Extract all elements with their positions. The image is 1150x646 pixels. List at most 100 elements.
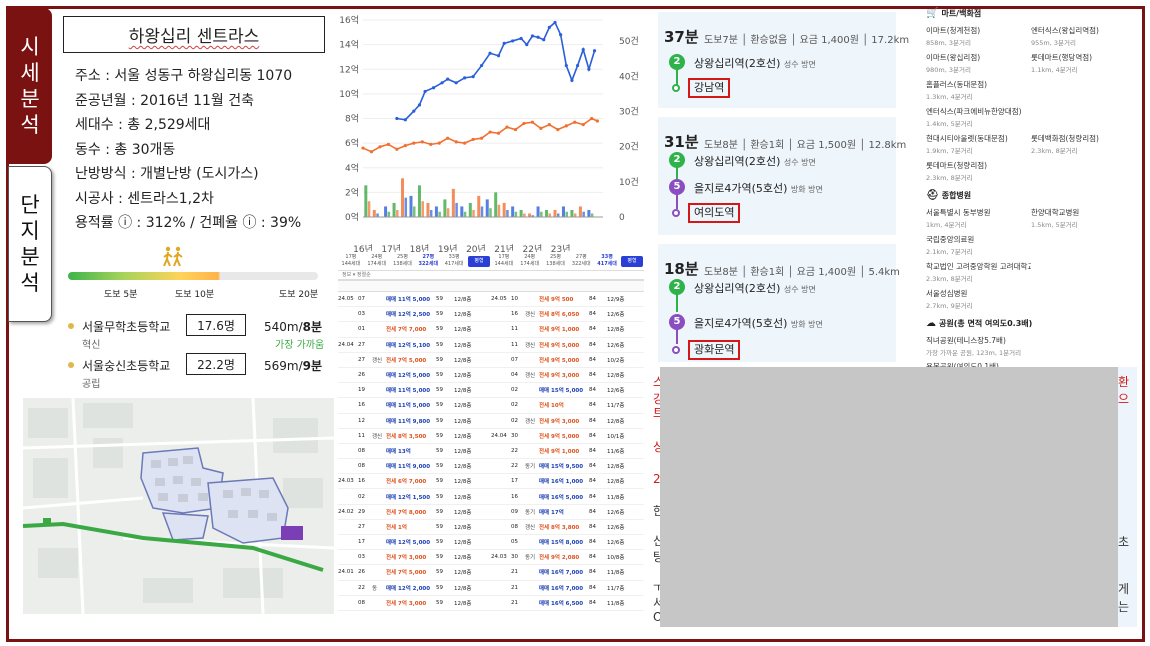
table-row[interactable]: 03 매매 12억 2,500 59 12/8층	[338, 307, 491, 323]
area-tab[interactable]: 27평 322세대	[415, 254, 441, 270]
facility-item[interactable]: 롯데마트(행당역점) 1.1km, 4분거리	[1031, 52, 1136, 74]
table-row[interactable]: 19 매매 11억 5,000 59 12/8층	[338, 383, 491, 399]
table-row[interactable]: 17 매매 12억 5,000 59 12/8층	[338, 535, 491, 551]
facility-item[interactable]	[1031, 288, 1136, 310]
table-cell: 12/6층	[607, 388, 625, 395]
table-row[interactable]: 24.01 26 전세 7억 5,000 59 12/8층	[338, 565, 491, 581]
table-row[interactable]: 21 매매 16억 7,000 84 11/7층	[491, 581, 644, 596]
table-row[interactable]: 08 매매 13억 59 12/8층	[338, 444, 491, 460]
table-row[interactable]: 24.05 10 전세 9억 500 84 12/9층	[491, 292, 644, 308]
area-button[interactable]: 평형	[620, 256, 643, 267]
facility-item[interactable]: 현대시티아울렛(동대문점) 1.9km, 7분거리	[926, 133, 1031, 155]
data-point	[590, 116, 594, 121]
facility-item[interactable]	[1031, 160, 1136, 182]
filter-bar[interactable]: 정보 ▾ 정렬순	[338, 270, 644, 280]
facility-item[interactable]: 서울성심병원 2.7km, 9분거리	[926, 288, 1031, 310]
area-tab[interactable]: 24평 174세대	[364, 254, 390, 270]
table-row[interactable]: 26 매매 12억 5,000 59 12/8층	[338, 368, 491, 384]
table-row[interactable]: 11 갱신 전세 8억 3,500 59 12/8층	[338, 429, 491, 444]
table-row[interactable]: 24.03 16 전세 6억 7,000 59 12/8층	[338, 474, 491, 490]
facility-item[interactable]: 학교법인 고려중앙학원 고려대학교의과대학부속병원 2.3km, 8분거리	[926, 261, 1031, 283]
table-row[interactable]: 11 갱신 전세 9억 5,000 84 12/6층	[491, 338, 644, 353]
facility-item[interactable]: 이마트(청계천점) 858m, 3분거리	[926, 25, 1031, 47]
table-row[interactable]: 12 매매 11억 9,800 59 12/8층	[338, 414, 491, 429]
table-row[interactable]: 09 동기 매매 17억 84 12/6층	[491, 505, 644, 520]
data-point	[525, 43, 529, 47]
facility-item[interactable]: 엔터식스(파크에비뉴한양대점) 1.4km, 5분거리	[926, 106, 1031, 128]
table-row[interactable]: 24.04 30 전세 9억 5,000 84 10/1층	[491, 429, 644, 444]
facility-item[interactable]: 이마트(왕십리점) 980m, 3분거리	[926, 52, 1031, 74]
table-row[interactable]: 16 갱신 전세 8억 6,050 84 12/6층	[491, 307, 644, 323]
table-row[interactable]: 21 매매 16억 6,500 84 11/8층	[491, 596, 644, 611]
y-tick-label: 6억	[345, 137, 359, 149]
table-row[interactable]: 05 매매 15억 8,000 84 12/6층	[491, 535, 644, 551]
route-yeouido[interactable]: 31분 도보8분 │ 환승1회 │ 요금 1,500원 │ 12.8km 2 상…	[658, 117, 906, 235]
route-gangnam[interactable]: 37분 도보7분 │ 환승없음 │ 요금 1,400원 │ 17.2km 2 상…	[658, 12, 909, 108]
data-point	[395, 147, 399, 151]
area-tab-households: 174세대	[367, 261, 387, 267]
table-cell: 매매 11억 5,000	[386, 388, 431, 395]
route-gwanghwamun[interactable]: 18분 도보8분 │ 환승1회 │ 요금 1,400원 │ 5.4km 2 상왕…	[658, 244, 900, 362]
table-cell: 17	[511, 478, 518, 485]
table-row[interactable]: 22 동기 매매 15억 9,500 84 12/8층	[491, 459, 644, 475]
facility-item[interactable]	[1031, 261, 1136, 283]
table-row[interactable]: 24.03 30 동기 전세 9억 2,080 84 10/8층	[491, 550, 644, 566]
table-row[interactable]: 22 동 매매 12억 2,000 59 12/8층	[338, 581, 491, 596]
data-point	[454, 140, 458, 144]
table-row[interactable]: 21 매매 16억 7,000 84 11/8층	[491, 565, 644, 581]
table-row[interactable]: 07 전세 9억 5,000 84 10/2층	[491, 353, 644, 368]
table-row[interactable]: 24.05 07 매매 11억 5,000 59 12/8층	[338, 292, 491, 308]
hospital-list: 서울특별시 동부병원 1km, 4분거리 한양대학교병원 1.5km, 5분거리 국립중…	[926, 207, 1136, 310]
table-cell: 27	[358, 356, 365, 363]
table-row[interactable]: 04 갱신 전세 9억 3,000 84 12/8층	[491, 368, 644, 384]
area-tab[interactable]: 33평 417세대	[594, 254, 620, 270]
table-row[interactable]: 01 전세 7억 7,000 59 12/8층	[338, 322, 491, 338]
table-row[interactable]: 08 갱신 전세 8억 3,800 84 12/6층	[491, 520, 644, 535]
table-row[interactable]: 24.04 27 매매 12억 5,100 59 12/8층	[338, 338, 491, 353]
tab-price-analysis[interactable]: 시 세 분 석	[8, 8, 52, 164]
data-point	[553, 20, 557, 25]
area-tab[interactable]: 17평 144세대	[491, 254, 517, 270]
facility-item[interactable]: 한양대학교병원 1.5km, 5분거리	[1031, 207, 1136, 229]
table-row[interactable]: 16 매매 16억 5,000 84 11/8층	[491, 489, 644, 505]
table-row[interactable]: 27 갱신 전세 7억 5,000 59 12/8층	[338, 353, 491, 368]
complex-map[interactable]	[23, 398, 334, 614]
area-tab[interactable]: 25평 138세대	[390, 254, 416, 270]
table-row[interactable]: 02 매매 12억 1,500 59 12/8층	[338, 489, 491, 505]
facility-item[interactable]: 롯데백화점(청량리점) 2.3km, 8분거리	[1031, 133, 1136, 155]
table-row[interactable]: 22 전세 9억 1,000 84 11/6층	[491, 444, 644, 460]
facility-item[interactable]: 엔터식스(왕십리역점) 955m, 3분거리	[1031, 25, 1136, 47]
area-button[interactable]: 평형	[467, 256, 490, 267]
stop-direction: 성수 방면	[783, 60, 816, 69]
tab-complex-analysis[interactable]: 단 지 분 석	[8, 166, 52, 322]
area-tab[interactable]: 33평 417세대	[441, 254, 467, 270]
volume-bar	[392, 202, 396, 217]
table-row[interactable]: 02 매매 15억 5,000 84 12/6층	[491, 383, 644, 399]
facility-item[interactable]	[1031, 79, 1136, 101]
table-row[interactable]: 08 전세 7억 3,000 59 12/8층	[338, 596, 491, 611]
facility-item[interactable]	[1031, 234, 1136, 256]
table-row[interactable]: 08 매매 11억 9,000 59 12/8층	[338, 459, 491, 475]
table-row[interactable]: 03 전세 7억 3,000 59 12/8층	[338, 550, 491, 566]
table-row[interactable]: 17 매매 16억 1,000 84 12/8층	[491, 474, 644, 490]
facility-item[interactable]: 홈플러스(동대문점) 1.3km, 4분거리	[926, 79, 1031, 101]
table-row[interactable]: 16 매매 11억 5,000 59 12/8층	[338, 398, 491, 414]
table-row[interactable]: 27 전세 1억 59 12/8층	[338, 520, 491, 535]
table-row[interactable]: 24.02 29 전세 7억 8,000 59 12/8층	[338, 505, 491, 520]
facility-item[interactable]	[1031, 106, 1136, 128]
facility-item[interactable]: 직녀공원(테니스장5.7배) 가장 가까운 공원, 123m, 1분거리	[926, 335, 1136, 357]
stop-name: 상왕십리역(2호선)	[694, 282, 781, 295]
facility-item[interactable]: 서울특별시 동부병원 1km, 4분거리	[926, 207, 1031, 229]
table-row[interactable]: 02 전세 10억 84 11/7층	[491, 398, 644, 414]
area-tab[interactable]: 27평 322세대	[568, 254, 594, 270]
facility-item[interactable]: 롯데마트(청량리점) 2.3km, 8분거리	[926, 160, 1031, 182]
area-tab[interactable]: 17평 144세대	[338, 254, 364, 270]
table-cell: 10/1층	[607, 433, 625, 440]
area-tab[interactable]: 24평 174세대	[517, 254, 543, 270]
data-point	[539, 126, 543, 130]
area-tab[interactable]: 25평 138세대	[543, 254, 569, 270]
table-row[interactable]: 11 전세 9억 1,000 84 12/8층	[491, 322, 644, 338]
table-row[interactable]: 02 갱신 전세 9억 3,000 84 12/8층	[491, 414, 644, 429]
complex-name: 하왕십리 센트라스	[128, 27, 260, 47]
facility-item[interactable]: 국립중앙의료원 2.1km, 7분거리	[926, 234, 1031, 256]
